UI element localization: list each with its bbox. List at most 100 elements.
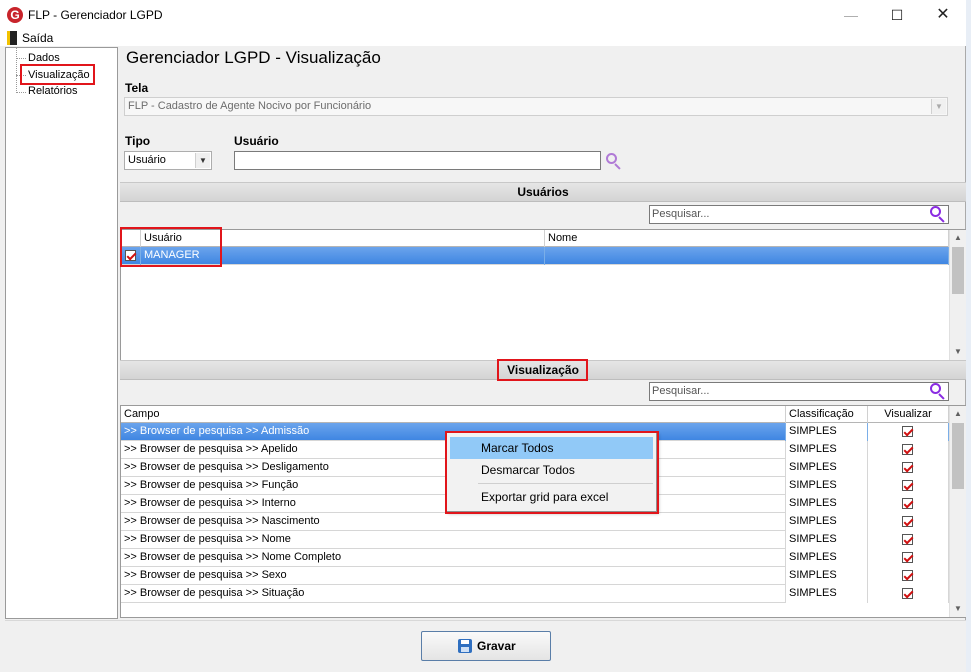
view-search-input[interactable]: Pesquisar...: [649, 382, 949, 401]
visualizar-checkbox[interactable]: [902, 444, 913, 455]
checkbox-column-header: [121, 230, 141, 247]
tipo-select[interactable]: Usuário ▼: [124, 151, 212, 170]
search-icon[interactable]: [930, 383, 946, 400]
tela-select-value: FLP - Cadastro de Agente Nocivo por Func…: [128, 100, 372, 112]
cell-visualizar: [868, 423, 949, 441]
sidebar-tree: Dados Visualização Relatórios: [5, 47, 118, 619]
column-header-visualizar[interactable]: Visualizar: [868, 406, 949, 423]
visualizar-checkbox[interactable]: [902, 426, 913, 437]
visualizar-checkbox[interactable]: [902, 552, 913, 563]
column-header-campo[interactable]: Campo: [121, 406, 786, 423]
cell-visualizar: [868, 495, 949, 513]
visualizar-checkbox[interactable]: [902, 480, 913, 491]
scroll-thumb[interactable]: [952, 247, 964, 294]
cell-campo: >> Browser de pesquisa >> Nome: [121, 531, 786, 549]
floppy-disk-icon: [458, 639, 472, 653]
menu-exit[interactable]: Saída: [22, 31, 53, 45]
close-button[interactable]: ✕: [920, 0, 966, 30]
visualizar-checkbox[interactable]: [902, 588, 913, 599]
title-bar: G FLP - Gerenciador LGPD — ☐ ✕: [0, 0, 966, 30]
maximize-button[interactable]: ☐: [874, 0, 920, 30]
table-row[interactable]: >> Browser de pesquisa >> Nome SIMPLES: [121, 531, 949, 549]
visualizar-checkbox[interactable]: [902, 498, 913, 509]
cell-visualizar: [868, 567, 949, 585]
cell-visualizar: [868, 531, 949, 549]
tree-connector: [16, 48, 17, 93]
visualizar-checkbox[interactable]: [902, 462, 913, 473]
sidebar-item-relatorios[interactable]: Relatórios: [28, 85, 78, 97]
users-search-input[interactable]: Pesquisar...: [649, 205, 949, 224]
page-title: Gerenciador LGPD - Visualização: [126, 48, 381, 67]
tree-connector: [16, 58, 26, 59]
menu-item-desmarcar-todos[interactable]: Desmarcar Todos: [450, 459, 653, 481]
cell-classificacao: SIMPLES: [786, 441, 868, 459]
tipo-select-value: Usuário: [128, 154, 166, 166]
cell-classificacao: SIMPLES: [786, 549, 868, 567]
save-button-label: Gravar: [477, 639, 516, 653]
scroll-up-icon[interactable]: ▲: [950, 230, 966, 246]
usuario-input[interactable]: [234, 151, 601, 170]
cell-classificacao: SIMPLES: [786, 459, 868, 477]
table-row[interactable]: >> Browser de pesquisa >> Sexo SIMPLES: [121, 567, 949, 585]
tela-select[interactable]: FLP - Cadastro de Agente Nocivo por Func…: [124, 97, 948, 116]
scroll-thumb[interactable]: [952, 423, 964, 489]
row-checkbox[interactable]: [125, 250, 136, 261]
row-checkbox-cell: [121, 247, 141, 265]
chevron-down-icon: ▼: [195, 153, 210, 168]
column-header-usuario[interactable]: Usuário: [141, 230, 545, 247]
save-button[interactable]: Gravar: [421, 631, 551, 661]
tela-label: Tela: [125, 81, 149, 95]
usuario-input-value: [235, 154, 237, 166]
cell-classificacao: SIMPLES: [786, 585, 868, 603]
menu-separator: [478, 483, 653, 484]
cell-classificacao: SIMPLES: [786, 531, 868, 549]
tipo-label: Tipo: [125, 134, 151, 148]
background-window-edge: [966, 0, 971, 672]
view-search-placeholder: Pesquisar...: [652, 385, 710, 397]
usuario-label: Usuário: [234, 134, 279, 148]
visualizar-checkbox[interactable]: [902, 570, 913, 581]
column-header-nome[interactable]: Nome: [545, 230, 949, 247]
visualizar-checkbox[interactable]: [902, 534, 913, 545]
column-header-classificacao[interactable]: Classificação: [786, 406, 868, 423]
cell-campo: >> Browser de pesquisa >> Nascimento: [121, 513, 786, 531]
window-title: FLP - Gerenciador LGPD: [28, 8, 163, 22]
cell-classificacao: SIMPLES: [786, 495, 868, 513]
menu-item-marcar-todos[interactable]: Marcar Todos: [450, 437, 653, 459]
view-scrollbar[interactable]: ▲ ▼: [949, 406, 966, 617]
exit-door-icon: [7, 31, 17, 45]
sidebar-item-dados[interactable]: Dados: [28, 52, 60, 64]
users-search-placeholder: Pesquisar...: [652, 208, 710, 220]
menu-item-exportar-excel[interactable]: Exportar grid para excel: [450, 486, 653, 508]
cell-classificacao: SIMPLES: [786, 477, 868, 495]
app-logo-icon: G: [7, 7, 23, 23]
scroll-down-icon[interactable]: ▼: [950, 601, 966, 617]
visualizar-checkbox[interactable]: [902, 516, 913, 527]
context-menu: Marcar Todos Desmarcar Todos Exportar gr…: [446, 432, 657, 512]
table-row[interactable]: >> Browser de pesquisa >> Nascimento SIMP…: [121, 513, 949, 531]
users-grid-header: Usuário Nome: [121, 230, 949, 247]
menu-bar: Saída: [0, 30, 966, 46]
table-row[interactable]: MANAGER: [121, 247, 949, 265]
sidebar-item-visualizacao[interactable]: Visualização: [28, 69, 90, 81]
cell-nome: [545, 247, 949, 265]
search-icon[interactable]: [930, 206, 946, 223]
cell-classificacao: SIMPLES: [786, 567, 868, 585]
scroll-up-icon[interactable]: ▲: [950, 406, 966, 422]
scroll-down-icon[interactable]: ▼: [950, 344, 966, 360]
cell-campo: >> Browser de pesquisa >> Situação: [121, 585, 786, 603]
users-grid: Usuário Nome MANAGER ▲ ▼: [120, 229, 966, 361]
users-scrollbar[interactable]: ▲ ▼: [949, 230, 966, 360]
cell-visualizar: [868, 441, 949, 459]
search-icon[interactable]: [606, 153, 622, 170]
view-section-header: Visualização: [120, 360, 966, 380]
chevron-down-icon: ▼: [931, 99, 946, 114]
table-row[interactable]: >> Browser de pesquisa >> Nome Completo S…: [121, 549, 949, 567]
tree-connector: [16, 75, 26, 76]
cell-classificacao: SIMPLES: [786, 513, 868, 531]
cell-campo: >> Browser de pesquisa >> Nome Completo: [121, 549, 786, 567]
table-row[interactable]: >> Browser de pesquisa >> Situação SIMPLE…: [121, 585, 949, 603]
minimize-button[interactable]: —: [828, 0, 874, 30]
cell-visualizar: [868, 459, 949, 477]
tree-connector: [16, 92, 26, 93]
